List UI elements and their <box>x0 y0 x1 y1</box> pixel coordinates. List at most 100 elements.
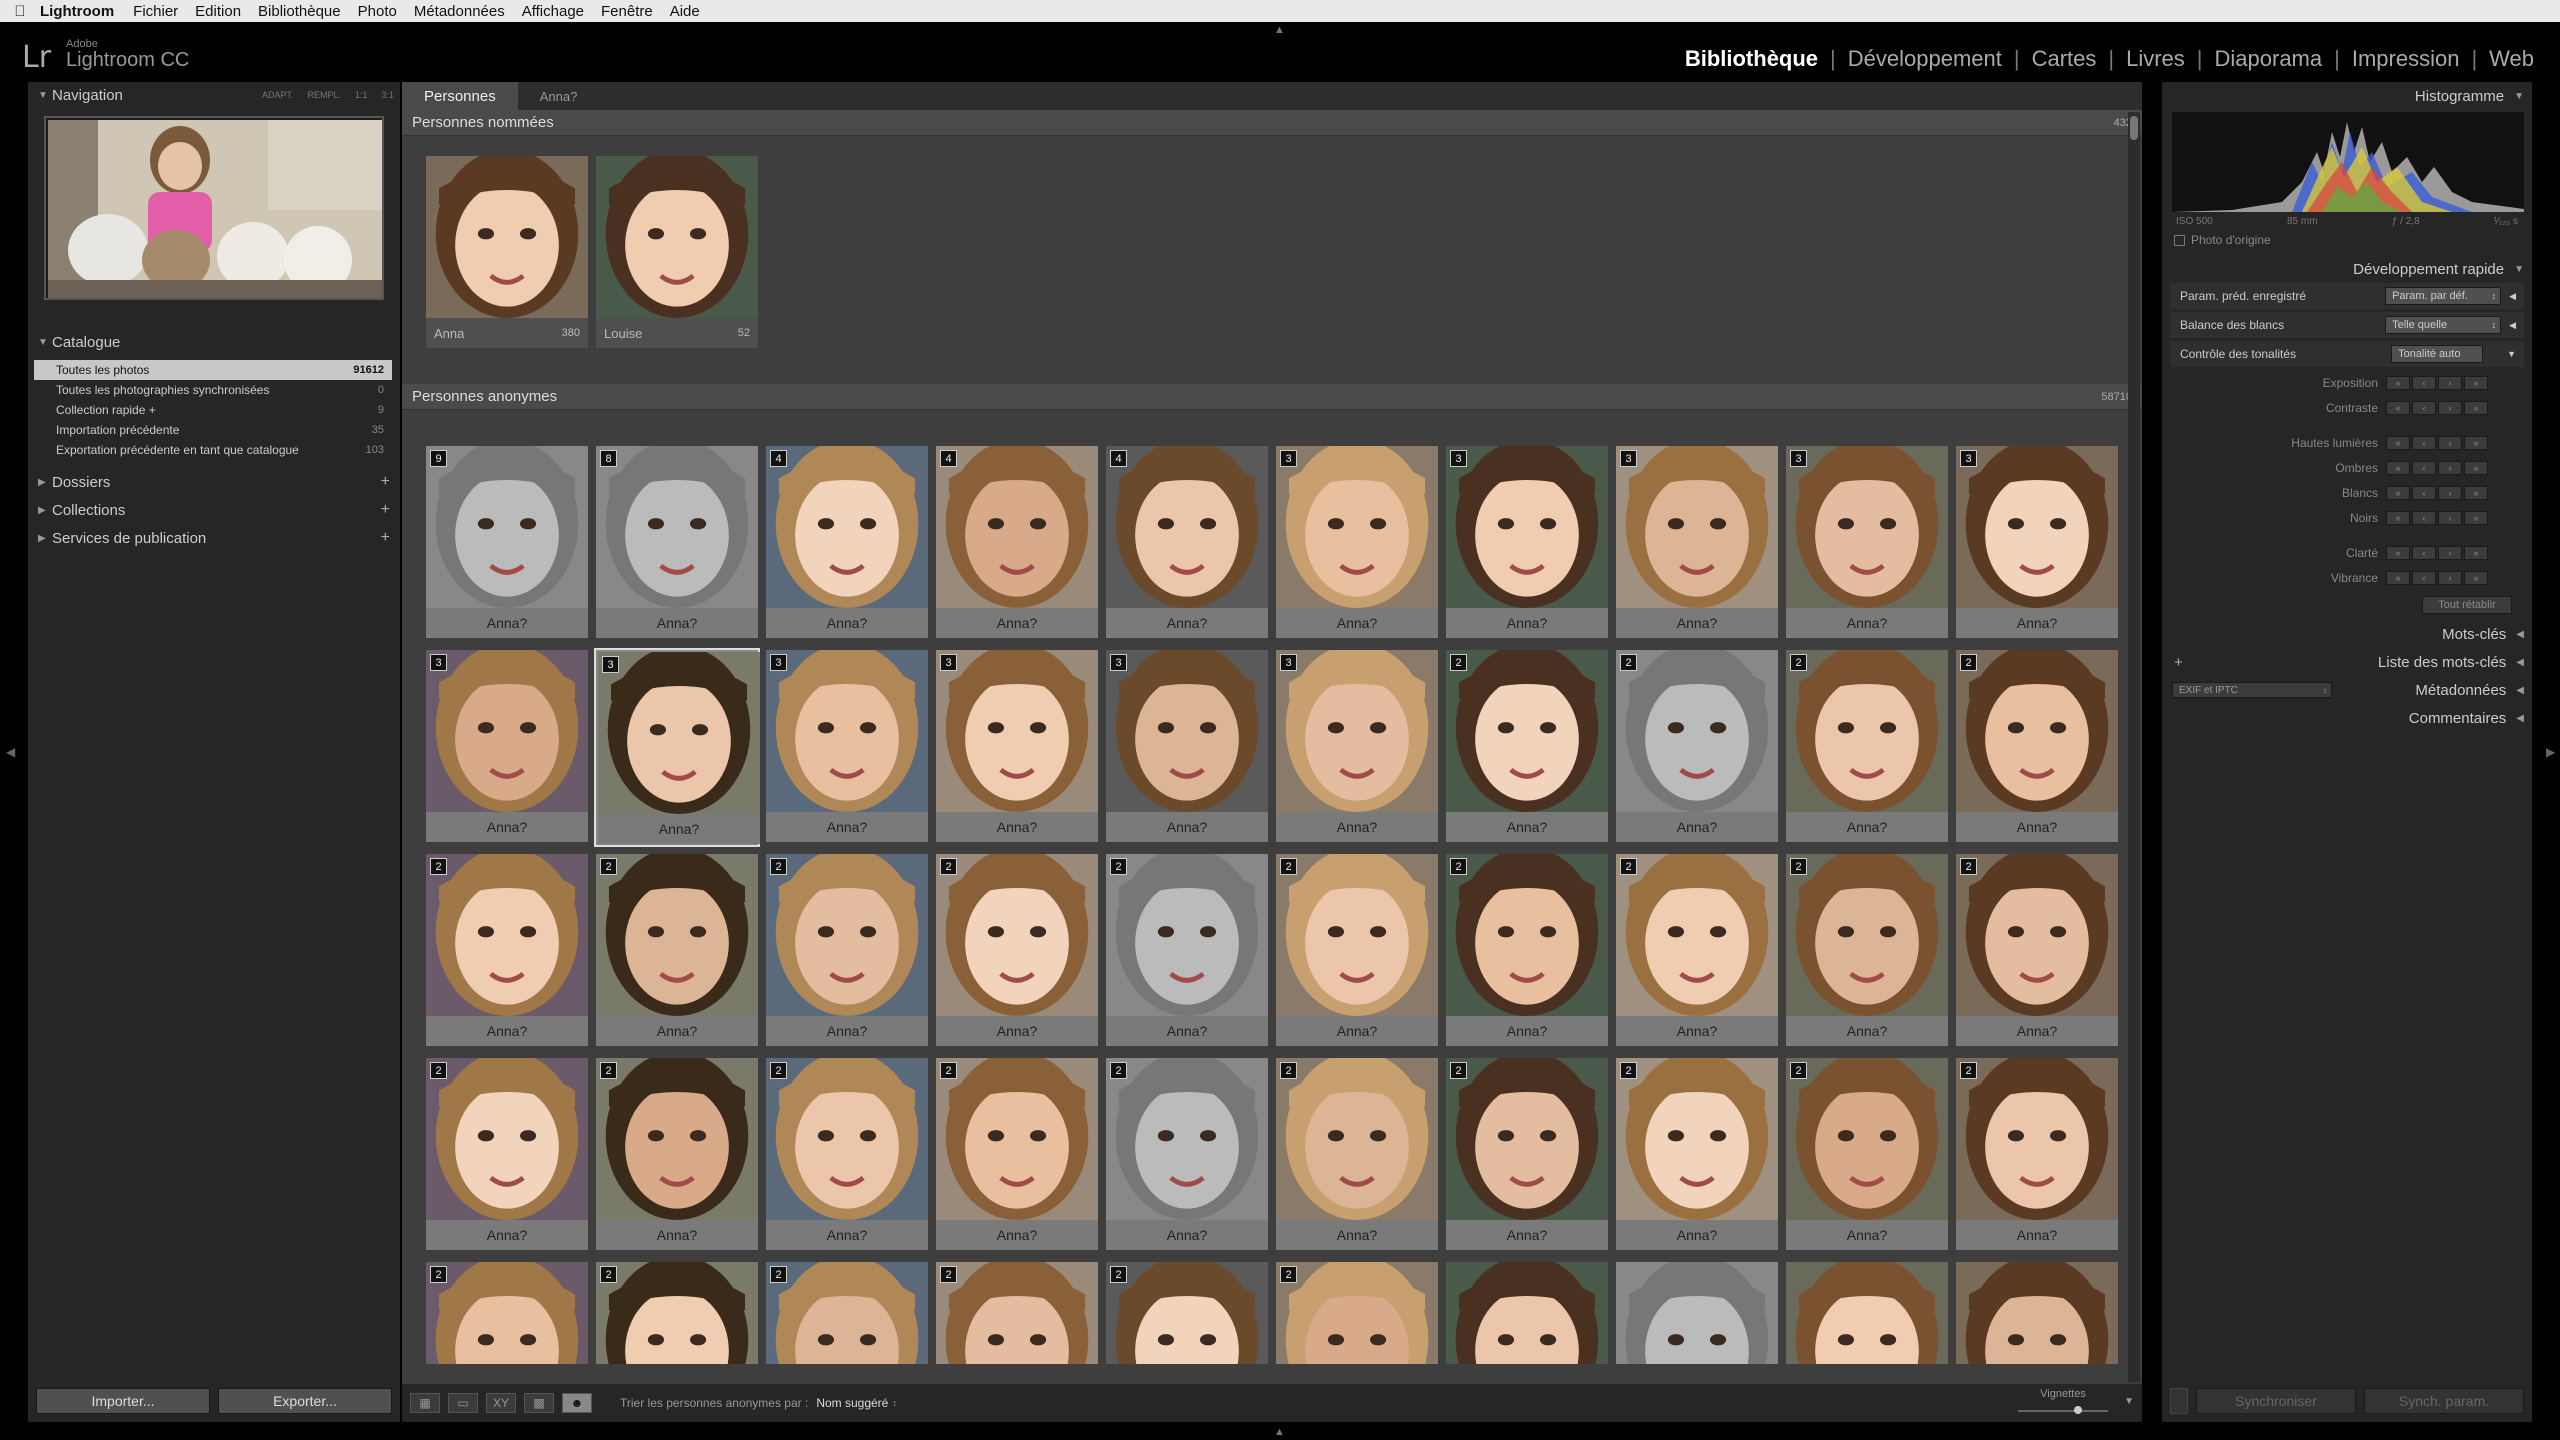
face-cell[interactable]: 2 Anna? <box>1954 643 2120 847</box>
stack-count-badge[interactable]: 2 <box>1110 1062 1127 1079</box>
face-suggested-name[interactable]: Anna? <box>596 608 758 638</box>
stack-count-badge[interactable]: 2 <box>1620 654 1637 671</box>
stack-count-badge[interactable]: 2 <box>1110 1266 1127 1283</box>
module-3[interactable]: Livres <box>2114 46 2197 72</box>
decrease-large-button[interactable]: « <box>2386 400 2410 415</box>
stack-count-badge[interactable]: 2 <box>770 1062 787 1079</box>
stack-count-badge[interactable]: 3 <box>1110 654 1127 671</box>
tab-personnes[interactable]: Personnes <box>402 82 518 110</box>
face-cell[interactable]: 3 Anna? <box>764 643 930 847</box>
face-cell[interactable]: 9 Anna? <box>424 444 590 643</box>
keyword-list-header[interactable]: + Liste des mots-clés ◀ <box>2162 648 2532 676</box>
collapse-bottom-icon[interactable]: ▲ <box>1274 1426 1285 1438</box>
face-cell[interactable]: 3 Anna? <box>1444 444 1610 643</box>
expand-icon[interactable]: ◀ <box>2509 291 2516 302</box>
face-cell[interactable]: 2 Anna? <box>594 847 760 1051</box>
stack-count-badge[interactable]: 2 <box>1960 654 1977 671</box>
face-cell[interactable]: 4 Anna? <box>1104 444 1270 643</box>
slider-knob[interactable] <box>2074 1406 2082 1414</box>
menu-affichage[interactable]: Affichage <box>522 3 584 20</box>
catalogue-item[interactable]: Collection rapide + 9 <box>34 400 392 420</box>
face-cell[interactable]: 2 Anna? <box>764 1051 930 1255</box>
stack-count-badge[interactable]: 2 <box>1450 1062 1467 1079</box>
stack-count-badge[interactable]: 2 <box>1280 1266 1297 1283</box>
face-cell[interactable]: 2 <box>1104 1255 1270 1364</box>
stack-count-badge[interactable]: 3 <box>1960 450 1977 467</box>
face-cell[interactable] <box>1784 1255 1950 1364</box>
sync-settings-button[interactable]: Synch. param. <box>2364 1388 2524 1414</box>
decrease-large-button[interactable]: « <box>2386 460 2410 475</box>
stack-count-badge[interactable]: 3 <box>1280 654 1297 671</box>
increase-large-button[interactable]: » <box>2464 460 2488 475</box>
collapse-top-icon[interactable]: ▲ <box>1274 24 1285 36</box>
stack-count-badge[interactable]: 3 <box>1450 450 1467 467</box>
face-suggested-name[interactable]: Anna? <box>936 1220 1098 1250</box>
face-cell[interactable]: 3 Anna? <box>1274 444 1440 643</box>
stack-count-badge[interactable]: 2 <box>1450 858 1467 875</box>
face-cell[interactable]: 2 Anna? <box>424 847 590 1051</box>
loupe-view-icon[interactable]: ▭ <box>448 1393 478 1413</box>
face-cell[interactable]: 3 Anna? <box>1954 444 2120 643</box>
comments-header[interactable]: Commentaires ◀ <box>2162 704 2532 732</box>
face-suggested-name[interactable]: Anna? <box>598 814 760 844</box>
survey-view-icon[interactable]: ▩ <box>524 1393 554 1413</box>
toolbar-menu-icon[interactable]: ▼ <box>2124 1396 2134 1407</box>
face-suggested-name[interactable]: Anna? <box>1446 1016 1608 1046</box>
face-suggested-name[interactable]: Anna? <box>426 812 588 842</box>
face-cell[interactable]: 2 Anna? <box>594 1051 760 1255</box>
stack-count-badge[interactable]: 2 <box>1280 858 1297 875</box>
stack-count-badge[interactable]: 3 <box>602 656 619 673</box>
checkbox[interactable] <box>2174 234 2185 246</box>
face-cell[interactable]: 2 Anna? <box>1104 1051 1270 1255</box>
face-cell[interactable]: 2 Anna? <box>764 847 930 1051</box>
increase-small-button[interactable]: › <box>2438 510 2462 525</box>
decrease-small-button[interactable]: ‹ <box>2412 485 2436 500</box>
stack-count-badge[interactable]: 2 <box>600 1062 617 1079</box>
grid-view-icon[interactable]: ▦ <box>410 1393 440 1413</box>
keywords-header[interactable]: Mots-clés ◀ <box>2162 620 2532 648</box>
face-suggested-name[interactable]: Anna? <box>1956 812 2118 842</box>
stack-count-badge[interactable]: 2 <box>1960 858 1977 875</box>
increase-large-button[interactable]: » <box>2464 485 2488 500</box>
face-cell[interactable]: 3 Anna? <box>1784 444 1950 643</box>
stack-count-badge[interactable]: 2 <box>1790 858 1807 875</box>
stack-count-badge[interactable]: 2 <box>770 1266 787 1283</box>
tab-anna[interactable]: Anna? <box>518 82 600 110</box>
decrease-small-button[interactable]: ‹ <box>2412 400 2436 415</box>
face-suggested-name[interactable]: Anna? <box>1786 1016 1948 1046</box>
module-6[interactable]: Web <box>2477 46 2546 72</box>
stack-count-badge[interactable]: 2 <box>1620 1062 1637 1079</box>
decrease-small-button[interactable]: ‹ <box>2412 460 2436 475</box>
module-5[interactable]: Impression <box>2340 46 2472 72</box>
stack-count-badge[interactable]: 3 <box>1620 450 1637 467</box>
stack-count-badge[interactable]: 2 <box>1110 858 1127 875</box>
increase-small-button[interactable]: › <box>2438 545 2462 560</box>
face-cell[interactable]: 2 <box>764 1255 930 1364</box>
module-1[interactable]: Développement <box>1836 46 2014 72</box>
collapse-icon[interactable]: ▼ <box>2507 349 2516 359</box>
face-cell[interactable]: 3 Anna? <box>934 643 1100 847</box>
stack-count-badge[interactable]: 4 <box>940 450 957 467</box>
face-suggested-name[interactable]: Anna? <box>1786 608 1948 638</box>
face-suggested-name[interactable]: Anna? <box>766 608 928 638</box>
decrease-large-button[interactable]: « <box>2386 570 2410 585</box>
increase-small-button[interactable]: › <box>2438 435 2462 450</box>
auto-tone-button[interactable]: Tonalité auto <box>2391 345 2484 363</box>
face-suggested-name[interactable]: Anna? <box>1276 1220 1438 1250</box>
stack-count-badge[interactable]: 3 <box>1280 450 1297 467</box>
catalogue-header[interactable]: ▼ Catalogue <box>28 328 400 356</box>
original-photo-toggle[interactable]: Photo d'origine <box>2174 233 2532 247</box>
stack-count-badge[interactable]: 2 <box>430 1266 447 1283</box>
face-cell[interactable]: 2 <box>424 1255 590 1364</box>
menu-fenetre[interactable]: Fenêtre <box>601 3 653 20</box>
face-suggested-name[interactable]: Anna? <box>936 608 1098 638</box>
named-person-card[interactable]: Anna 380 <box>426 149 588 384</box>
face-cell[interactable] <box>1444 1255 1610 1364</box>
zoom-adapt[interactable]: ADAPT. <box>262 90 294 100</box>
face-suggested-name[interactable]: Anna? <box>1276 1016 1438 1046</box>
increase-large-button[interactable]: » <box>2464 435 2488 450</box>
stack-count-badge[interactable]: 3 <box>430 654 447 671</box>
face-suggested-name[interactable]: Anna? <box>1786 1220 1948 1250</box>
face-suggested-name[interactable]: Anna? <box>426 608 588 638</box>
module-4[interactable]: Diaporama <box>2203 46 2335 72</box>
